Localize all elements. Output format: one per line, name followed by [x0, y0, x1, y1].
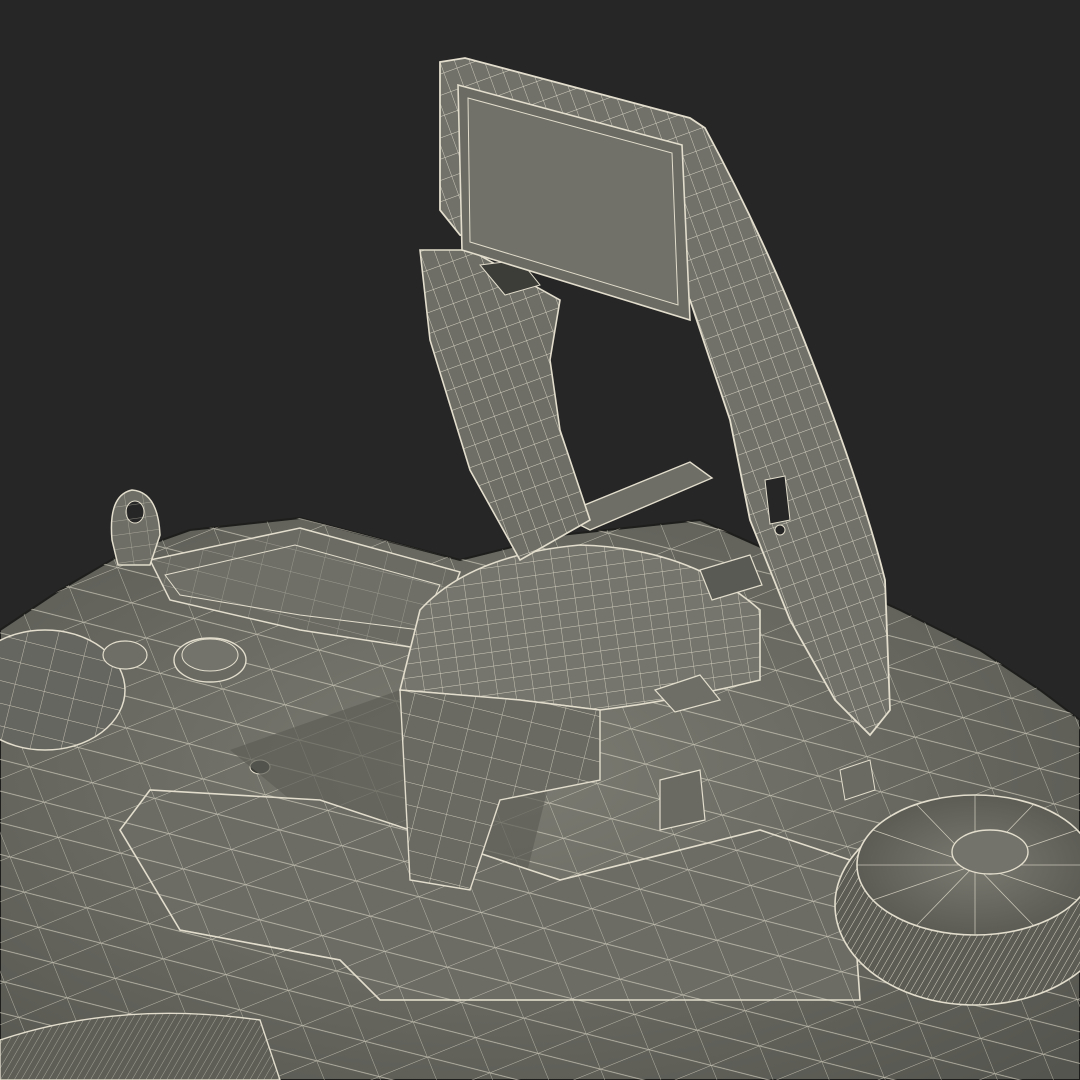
camera-wireframe-render [0, 0, 1080, 1080]
